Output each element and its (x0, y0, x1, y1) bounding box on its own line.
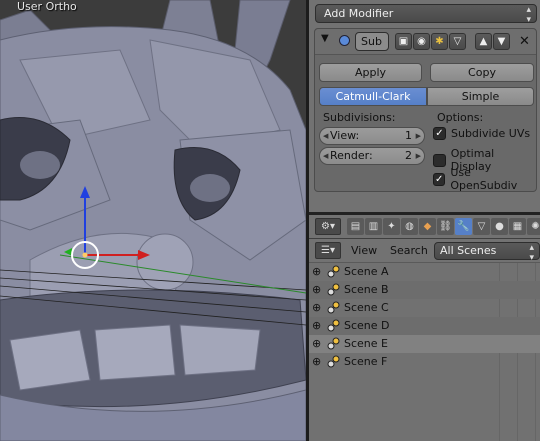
cage-toggle-icon[interactable]: ▽ (449, 33, 466, 50)
subdivide-uvs-checkbox[interactable]: ✓ Subdivide UVs (433, 127, 530, 140)
copy-button[interactable]: Copy (430, 63, 534, 82)
scene-name: Scene C (344, 301, 389, 314)
expand-icon[interactable]: ⊕ (312, 283, 321, 296)
object-tab-icon[interactable]: ◆ (419, 218, 436, 235)
collapse-triangle-icon[interactable]: ▼ (321, 33, 329, 44)
updown-arrows-icon: ▴ ▾ (526, 5, 531, 25)
view-levels-field[interactable]: ◀ View: 1 ▶ (319, 127, 425, 145)
expand-icon[interactable]: ⊕ (312, 337, 321, 350)
increment-icon[interactable]: ▶ (416, 148, 421, 164)
outliner: ☰▾ View Search All Scenes ▴ ▾ ⊕ Scene A ⊕… (309, 239, 540, 441)
decrement-icon[interactable]: ◀ (323, 148, 328, 164)
list-item[interactable]: ⊕ Scene C (309, 299, 540, 317)
tab-catmull-clark[interactable]: Catmull-Clark (319, 87, 427, 106)
checkbox-checked-icon: ✓ (433, 127, 446, 140)
subdivide-uvs-label: Subdivide UVs (451, 127, 531, 140)
view-levels-label: View: (330, 129, 360, 142)
move-up-icon[interactable]: ▲ (475, 33, 492, 50)
render-levels-value: 2 (405, 149, 412, 162)
modifier-type-icon (339, 35, 350, 46)
scene-tab-icon[interactable]: ✦ (383, 218, 400, 235)
scene-name: Scene D (344, 319, 390, 332)
checkbox-unchecked-icon (433, 153, 446, 167)
world-tab-icon[interactable]: ◍ (401, 218, 418, 235)
expand-icon[interactable]: ⊕ (312, 319, 321, 332)
modifier-panel: ▼ Sub ▣ ◉ ✱ ▽ ▲ ▼ ✕ Apply Copy Catmull-C… (314, 28, 537, 192)
data-tab-icon[interactable]: ▽ (473, 218, 490, 235)
list-item[interactable]: ⊕ Scene D (309, 317, 540, 335)
use-opensubdiv-checkbox[interactable]: ✓ Use OpenSubdiv (433, 166, 536, 192)
properties-tabs: ⚙▾ ▤ ▥ ✦ ◍ ◆ ⛓ 🔧 ▽ ● ▦ ✺ (309, 215, 540, 239)
render-layers-tab-icon[interactable]: ▥ (365, 218, 382, 235)
viewport-label: User Ortho (17, 0, 77, 13)
render-toggle-icon[interactable]: ▣ (395, 33, 412, 50)
add-modifier-dropdown[interactable]: Add Modifier ▴ ▾ (315, 4, 537, 25)
search-menu[interactable]: Search (390, 244, 428, 257)
scene-icon (327, 355, 340, 368)
editor-type-icon[interactable]: ☰▾ (315, 242, 341, 259)
scene-name: Scene A (344, 265, 389, 278)
scene-icon (327, 319, 340, 332)
modifier-name-field[interactable]: Sub (355, 32, 389, 51)
display-mode-value: All Scenes (440, 244, 497, 257)
increment-icon[interactable]: ▶ (416, 128, 421, 144)
render-levels-label: Render: (330, 149, 373, 162)
view-menu[interactable]: View (351, 244, 377, 257)
editmode-toggle-icon[interactable]: ✱ (431, 33, 448, 50)
editor-type-icon[interactable]: ⚙▾ (315, 218, 341, 235)
scene-name: Scene E (344, 337, 388, 350)
scene-icon (327, 337, 340, 350)
particles-tab-icon[interactable]: ✺ (527, 218, 540, 235)
add-modifier-label: Add Modifier (324, 7, 394, 20)
modifiers-tab-icon[interactable]: 🔧 (455, 218, 472, 235)
expand-icon[interactable]: ⊕ (312, 301, 321, 314)
properties-panel: Add Modifier ▴ ▾ ▼ Sub ▣ ◉ ✱ ▽ ▲ ▼ ✕ Appl… (309, 0, 540, 212)
decrement-icon[interactable]: ◀ (323, 128, 328, 144)
texture-tab-icon[interactable]: ▦ (509, 218, 526, 235)
3d-viewport[interactable]: User Ortho (0, 0, 306, 441)
expand-icon[interactable]: ⊕ (312, 355, 321, 368)
modifier-name: Sub (361, 35, 382, 48)
use-opensubdiv-label: Use OpenSubdiv (450, 166, 518, 192)
list-item[interactable]: ⊕ Scene E (309, 335, 540, 353)
apply-button[interactable]: Apply (319, 63, 422, 82)
constraints-tab-icon[interactable]: ⛓ (437, 218, 454, 235)
scene-name: Scene B (344, 283, 389, 296)
scene-name: Scene F (344, 355, 388, 368)
list-item[interactable]: ⊕ Scene B (309, 281, 540, 299)
modifier-header: ▼ Sub ▣ ◉ ✱ ▽ ▲ ▼ ✕ (315, 29, 536, 55)
view-levels-value: 1 (405, 129, 412, 142)
scene-icon (327, 301, 340, 314)
tab-simple[interactable]: Simple (427, 87, 534, 106)
move-down-icon[interactable]: ▼ (493, 33, 510, 50)
list-item[interactable]: ⊕ Scene A (309, 263, 540, 281)
mesh-render (0, 0, 306, 441)
render-tab-icon[interactable]: ▤ (347, 218, 364, 235)
scene-icon (327, 265, 340, 278)
options-label: Options: (437, 111, 484, 124)
updown-arrows-icon: ▴ ▾ (529, 243, 534, 263)
close-icon[interactable]: ✕ (516, 33, 533, 50)
scene-icon (327, 283, 340, 296)
list-item[interactable]: ⊕ Scene F (309, 353, 540, 371)
material-tab-icon[interactable]: ● (491, 218, 508, 235)
render-levels-field[interactable]: ◀ Render: 2 ▶ (319, 147, 425, 165)
display-mode-dropdown[interactable]: All Scenes ▴ ▾ (434, 242, 540, 263)
outliner-header: ☰▾ View Search All Scenes ▴ ▾ (309, 239, 540, 263)
checkbox-checked-icon: ✓ (433, 172, 446, 186)
expand-icon[interactable]: ⊕ (312, 265, 321, 278)
viewport-toggle-icon[interactable]: ◉ (413, 33, 430, 50)
subdivisions-label: Subdivisions: (323, 111, 396, 124)
